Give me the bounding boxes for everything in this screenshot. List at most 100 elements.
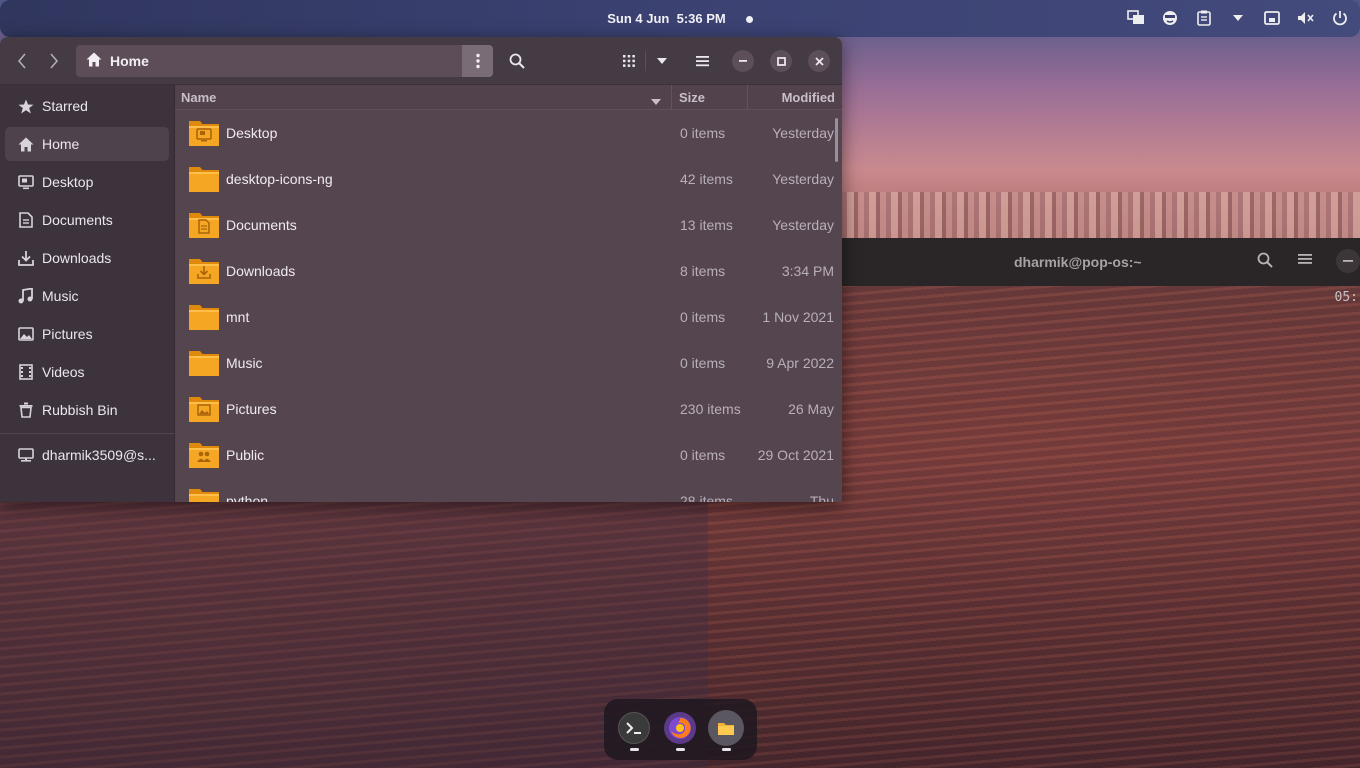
column-divider [671,85,672,110]
file-name: mnt [226,309,250,325]
chevron-down-icon[interactable] [1228,8,1248,28]
header-bar: Home [0,37,842,85]
sidebar-item-music[interactable]: Music [5,279,169,313]
file-list: Name Size Modified Desktop 0 items Yesterd… [175,85,842,502]
sidebar-item-label: dharmik3509@s... [42,447,156,463]
sidebar-separator [0,433,174,434]
panel-date: Sun 4 Jun [607,11,670,26]
sidebar-item-label: Rubbish Bin [42,402,118,418]
file-name: Music [226,355,263,371]
music-icon [17,288,34,305]
sidebar-item-pictures[interactable]: Pictures [5,317,169,351]
file-size: 42 items [680,171,733,187]
file-name: Downloads [226,263,296,279]
file-row[interactable]: mnt 0 items 1 Nov 2021 [175,294,842,340]
column-name[interactable]: Name [181,90,216,105]
column-size[interactable]: Size [679,90,705,105]
column-modified[interactable]: Modified [782,90,835,105]
file-row[interactable]: Pictures 230 items 26 May [175,386,842,432]
folder-icon [188,302,220,335]
file-name: Public [226,447,265,463]
main-menu-button[interactable] [690,49,714,73]
sidebar-item-label: Documents [42,212,113,228]
terminal-app-icon[interactable] [618,712,650,744]
download-icon [17,250,34,267]
folder-icon [188,256,220,289]
location-bar[interactable]: Home [76,45,462,77]
file-name: Documents [226,217,297,233]
file-modified: 29 Oct 2021 [757,447,834,463]
sidebar-item-label: Desktop [42,174,94,190]
home-icon [17,136,34,153]
home-icon [86,52,102,70]
top-panel: Sun 4 Jun 5:36 PM [0,0,1360,37]
file-modified: Thu [809,493,834,502]
file-row[interactable]: Desktop 0 items Yesterday [175,110,842,156]
panel-time: 5:36 PM [676,11,726,26]
network-drive-icon [17,447,34,464]
file-modified: 1 Nov 2021 [762,309,834,325]
file-row[interactable]: python 28 items Thu [175,478,842,502]
file-rows: Desktop 0 items Yesterday desktop-icons-ng 4… [175,110,842,502]
sort-descending-icon[interactable] [651,93,661,108]
column-divider [747,85,748,110]
desktop-icon [17,174,34,191]
sidebar-item-starred[interactable]: Starred [5,89,169,123]
file-size: 0 items [680,447,726,463]
video-icon [17,364,34,381]
dock [604,699,757,760]
volume-muted-icon[interactable] [1296,8,1316,28]
sidebar-item-documents[interactable]: Documents [5,203,169,237]
emoji-icon[interactable] [1160,8,1180,28]
minimize-button[interactable] [731,49,755,73]
maximize-button[interactable] [769,49,793,73]
sidebar-item-network-drive[interactable]: dharmik3509@s... [5,438,169,472]
sidebar-item-videos[interactable]: Videos [5,355,169,389]
sidebar-item-label: Downloads [42,250,112,266]
close-button[interactable] [807,49,831,73]
view-options-chevron-icon[interactable] [650,49,674,73]
document-icon [17,212,34,229]
back-button[interactable] [12,51,32,71]
file-name: Pictures [226,401,277,417]
sidebar-item-rubbish-bin[interactable]: Rubbish Bin [5,393,169,427]
search-button[interactable] [505,49,529,73]
clipboard-icon[interactable] [1194,8,1214,28]
file-row[interactable]: Music 0 items 9 Apr 2022 [175,340,842,386]
search-icon[interactable] [1257,252,1273,271]
grid-view-button[interactable] [617,49,641,73]
folder-icon [188,118,220,151]
minimize-icon[interactable] [1336,249,1360,273]
sidebar-item-label: Pictures [42,326,93,342]
power-icon[interactable] [1330,8,1350,28]
wallpaper-shade [0,500,708,768]
file-row[interactable]: Documents 13 items Yesterday [175,202,842,248]
folder-icon [188,348,220,381]
files-app-icon[interactable] [708,710,744,746]
sidebar-item-label: Starred [42,98,88,114]
sidebar: Starred Home Desktop Documents Downloads… [0,85,175,502]
file-row[interactable]: Downloads 8 items 3:34 PM [175,248,842,294]
file-size: 0 items [680,309,726,325]
workspaces-icon[interactable] [1126,8,1146,28]
file-size: 230 items [680,401,741,417]
column-header: Name Size Modified [175,85,842,110]
sidebar-item-desktop[interactable]: Desktop [5,165,169,199]
menu-icon[interactable] [1298,252,1312,269]
forward-button[interactable] [44,51,64,71]
file-row[interactable]: desktop-icons-ng 42 items Yesterday [175,156,842,202]
firefox-app-icon[interactable] [664,712,696,744]
system-tray [1126,8,1350,28]
sidebar-item-downloads[interactable]: Downloads [5,241,169,275]
header-divider [645,51,646,71]
sidebar-item-home[interactable]: Home [5,127,169,161]
file-name: python [226,493,269,502]
file-modified: Yesterday [772,125,834,141]
network-icon[interactable] [1262,8,1282,28]
scrollbar[interactable] [835,118,838,162]
location-label: Home [110,53,149,69]
file-modified: Yesterday [772,171,834,187]
location-menu-button[interactable] [462,45,493,77]
file-row[interactable]: Public 0 items 29 Oct 2021 [175,432,842,478]
file-size: 13 items [680,217,733,233]
